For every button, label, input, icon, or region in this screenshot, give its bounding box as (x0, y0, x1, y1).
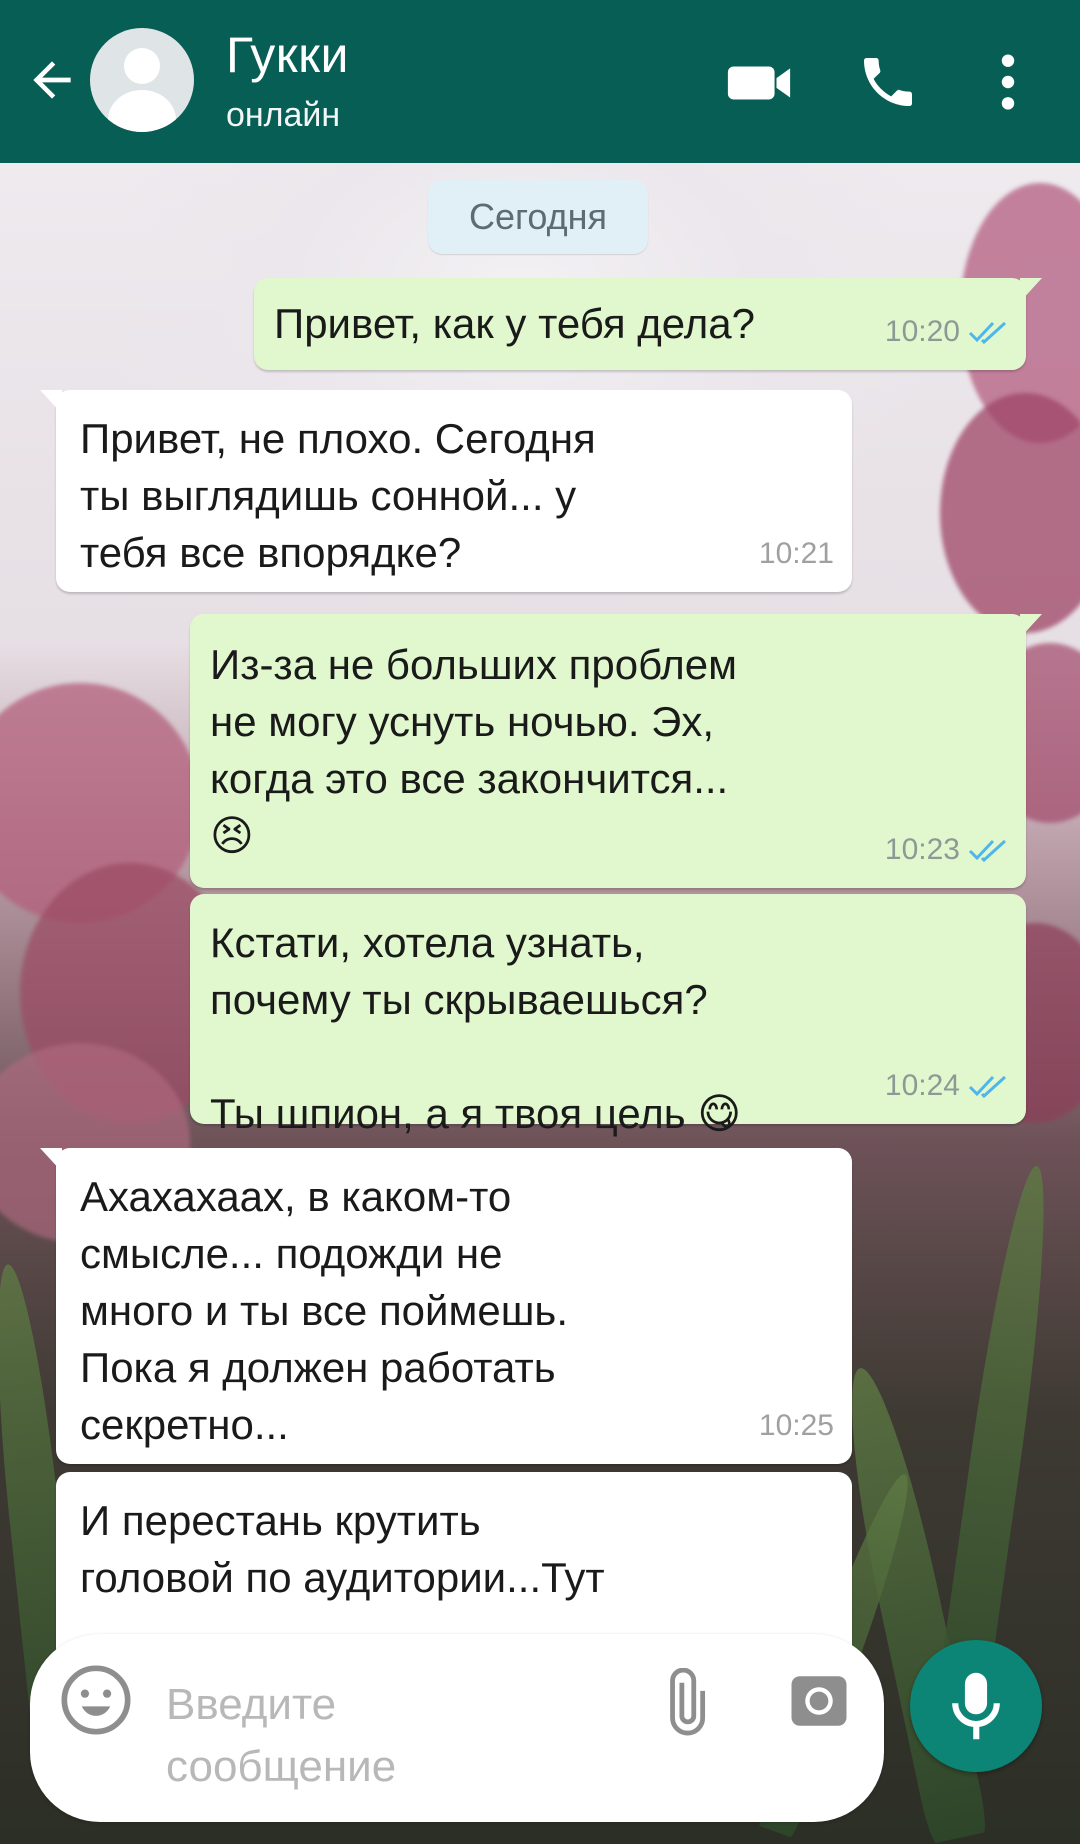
contact-status: онлайн (226, 96, 341, 134)
message-time: 10:24 (884, 1069, 960, 1102)
message-bubble-incoming[interactable]: Привет, не плохо. Сегодня ты выглядишь с… (40, 390, 852, 592)
message-text: Привет, как у тебя дела? (274, 300, 755, 347)
message-input[interactable]: Введите сообщение (166, 1674, 526, 1798)
message-bubble-outgoing[interactable]: Привет, как у тебя дела? 10:20 (254, 278, 1042, 370)
message-text: Из-за не больших проблем не могу уснуть … (210, 641, 738, 859)
mic-button[interactable] (910, 1640, 1042, 1772)
avatar[interactable] (90, 28, 194, 132)
attach-icon[interactable] (648, 1668, 720, 1740)
message-text: Привет, не плохо. Сегодня ты выглядишь с… (80, 415, 596, 576)
contact-name[interactable]: Гукки (226, 26, 349, 84)
mic-icon (952, 1672, 1000, 1740)
chat-header: Гукки онлайн (0, 0, 1080, 163)
message-text: Кстати, хотела узнать, почему ты скрывае… (210, 919, 742, 1137)
message-bubble-outgoing[interactable]: Кстати, хотела узнать, почему ты скрывае… (190, 894, 1026, 1137)
phone-call-icon[interactable] (856, 50, 920, 114)
emoji-icon[interactable] (58, 1662, 134, 1738)
date-chip: Сегодня (428, 180, 648, 254)
message-text: И перестань крутить головой по аудитории… (80, 1497, 605, 1601)
read-ticks-icon (968, 1075, 1007, 1098)
video-call-icon[interactable] (724, 50, 794, 114)
back-arrow-icon[interactable] (24, 52, 80, 108)
message-time: 10:23 (884, 833, 960, 866)
message-text: Ахахахаах, в каком-то смысле... подожди … (80, 1173, 568, 1448)
read-ticks-icon (968, 321, 1007, 344)
more-vertical-icon[interactable] (988, 50, 1028, 114)
message-time: 10:20 (884, 315, 960, 348)
message-composer[interactable]: Введите сообщение (30, 1634, 884, 1822)
message-bubble-outgoing[interactable]: Из-за не больших проблем не могу уснуть … (190, 614, 1042, 888)
message-time: 10:25 (758, 1409, 834, 1442)
message-bubble-incoming[interactable]: Ахахахаах, в каком-то смысле... подожди … (40, 1148, 852, 1464)
camera-icon[interactable] (786, 1668, 852, 1734)
read-ticks-icon (968, 839, 1007, 862)
message-time: 10:21 (758, 537, 834, 570)
